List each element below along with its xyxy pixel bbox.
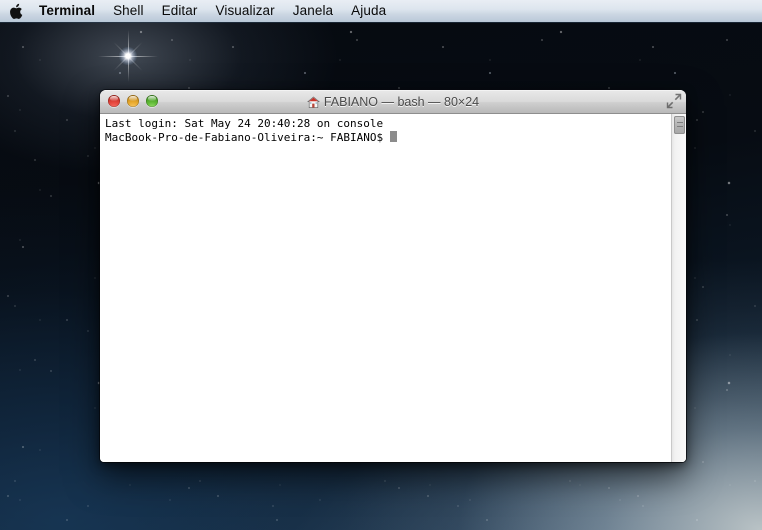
- close-button[interactable]: [108, 95, 120, 107]
- menu-item-shell[interactable]: Shell: [104, 0, 153, 22]
- home-icon: [306, 96, 320, 108]
- desktop-screen: Terminal Shell Editar Visualizar Janela …: [0, 0, 762, 530]
- window-title-group: FABIANO — bash — 80×24: [100, 95, 686, 109]
- terminal-window[interactable]: FABIANO — bash — 80×24 Last login: Sat M…: [100, 90, 686, 462]
- terminal-cursor: [389, 131, 397, 142]
- menu-item-ajuda[interactable]: Ajuda: [342, 0, 395, 22]
- terminal-scrollbar[interactable]: [671, 114, 686, 462]
- menu-item-visualizar[interactable]: Visualizar: [206, 0, 283, 22]
- window-controls: [108, 95, 158, 107]
- terminal-line-2: MacBook-Pro-de-Fabiano-Oliveira:~ FABIAN…: [105, 131, 390, 144]
- terminal-body[interactable]: Last login: Sat May 24 20:40:28 on conso…: [100, 114, 686, 462]
- menu-item-janela[interactable]: Janela: [284, 0, 342, 22]
- menu-item-editar[interactable]: Editar: [153, 0, 207, 22]
- menu-bar: Terminal Shell Editar Visualizar Janela …: [0, 0, 762, 22]
- minimize-button[interactable]: [127, 95, 139, 107]
- window-title: FABIANO — bash — 80×24: [323, 95, 480, 109]
- window-titlebar[interactable]: FABIANO — bash — 80×24: [100, 90, 686, 114]
- terminal-output: Last login: Sat May 24 20:40:28 on conso…: [105, 117, 397, 145]
- zoom-button[interactable]: [146, 95, 158, 107]
- menu-item-terminal[interactable]: Terminal: [37, 0, 104, 22]
- star-core: [119, 47, 137, 65]
- fullscreen-icon[interactable]: [666, 93, 682, 109]
- terminal-line-1: Last login: Sat May 24 20:40:28 on conso…: [105, 117, 384, 130]
- apple-logo-icon[interactable]: [10, 3, 25, 20]
- scrollbar-thumb[interactable]: [674, 116, 685, 134]
